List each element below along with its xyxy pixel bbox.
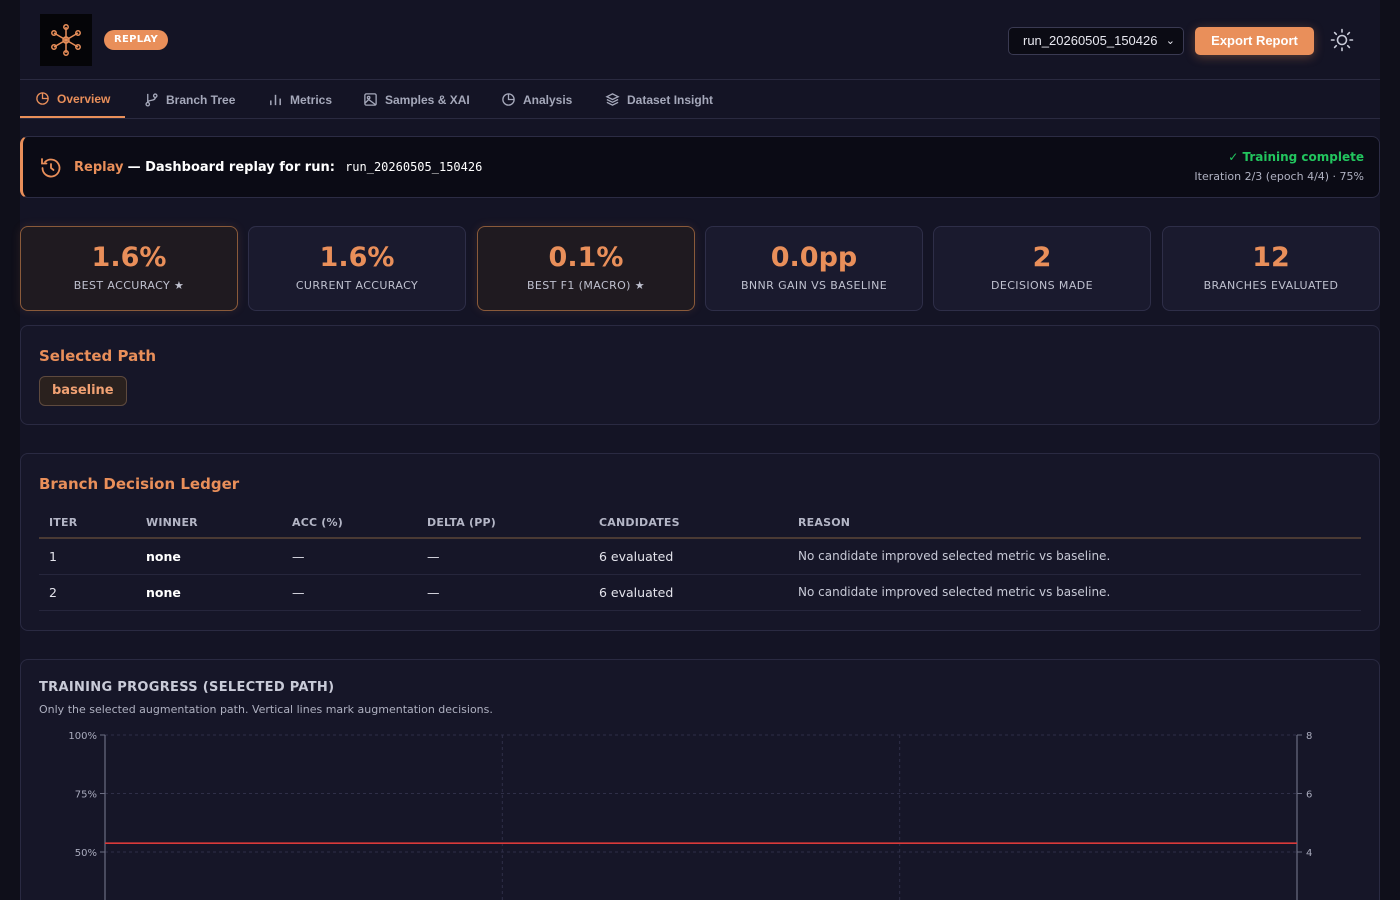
cell-candidates: 6 evaluated [589, 574, 788, 611]
y2-tick-label: 6 [1306, 790, 1312, 801]
column-header: ITER [39, 508, 136, 539]
stat-card-branches-evaluated: 12 BRANCHES EVALUATED [1162, 226, 1380, 311]
tab-label: Analysis [523, 92, 573, 107]
banner-run-id: run_20260505_150426 [345, 160, 483, 174]
tab-label: Overview [57, 91, 111, 106]
stat-label: BNNR GAIN VS BASELINE [740, 279, 888, 292]
training-status: ✓ Training complete [1228, 150, 1364, 164]
tab-analysis[interactable]: Analysis [501, 81, 572, 118]
cell-iter: 2 [39, 574, 136, 611]
stat-label: BEST F1 (MACRO) ★ [526, 279, 646, 292]
y-tick-label: 100% [68, 731, 97, 742]
y-tick-label: 75% [75, 790, 97, 801]
theme-toggle-button[interactable] [1330, 28, 1354, 52]
history-icon [41, 158, 61, 178]
y2-tick-label: 4 [1306, 848, 1312, 859]
ledger-table: ITER WINNER ACC (%) DELTA (PP) CANDIDATE… [39, 508, 1361, 611]
column-header: WINNER [136, 508, 282, 539]
cell-acc: — [282, 574, 417, 611]
stat-value: 1.6% [91, 242, 167, 273]
path-chip-baseline[interactable]: baseline [39, 376, 127, 406]
cell-candidates: 6 evaluated [589, 538, 788, 575]
bar-chart-icon [270, 94, 281, 106]
tab-label: Samples & XAI [385, 92, 470, 107]
sun-icon [1330, 28, 1354, 52]
run-select-value: run_20260505_150426 [1023, 33, 1158, 48]
network-logo-icon [51, 24, 81, 56]
y2-tick-label: 8 [1306, 731, 1312, 742]
column-header: ACC (%) [282, 508, 417, 539]
pie-chart-icon [36, 92, 49, 105]
tab-metrics[interactable]: Metrics [268, 81, 332, 118]
tab-samples-xai[interactable]: Samples & XAI [363, 81, 470, 118]
stat-card-bnnr-gain: 0.0pp BNNR GAIN VS BASELINE [705, 226, 923, 311]
stat-value: 2 [1032, 242, 1052, 273]
banner-text: Replay — Dashboard replay for run: run_2… [74, 160, 482, 175]
ledger-title: Branch Decision Ledger [39, 475, 240, 493]
layers-icon [605, 93, 620, 106]
image-icon [364, 93, 377, 106]
tab-dataset-insight[interactable]: Dataset Insight [605, 81, 713, 118]
cell-reason: No candidate improved selected metric vs… [788, 538, 1361, 575]
replay-badge: REPLAY [104, 30, 169, 50]
header: REPLAY run_20260505_150426 ⌄ Export Repo… [20, 0, 1380, 80]
branch-decision-ledger-panel: Branch Decision Ledger ITER WINNER ACC (… [20, 453, 1380, 631]
stat-value: 1.6% [319, 242, 395, 273]
chevron-down-icon: ⌄ [1165, 35, 1175, 47]
tab-label: Metrics [290, 92, 333, 107]
table-row: 2 none — — 6 evaluated No candidate impr… [39, 574, 1361, 611]
tab-label: Branch Tree [166, 92, 236, 107]
cell-acc: — [282, 538, 417, 575]
column-header: DELTA (PP) [417, 508, 589, 539]
selected-path-title: Selected Path [39, 347, 157, 365]
cell-delta: — [417, 538, 589, 575]
column-header: CANDIDATES [589, 508, 788, 539]
replay-banner: Replay — Dashboard replay for run: run_2… [20, 136, 1380, 198]
stat-value: 0.1% [548, 242, 624, 273]
tab-label: Dataset Insight [627, 92, 714, 107]
stat-label: BRANCHES EVALUATED [1203, 279, 1339, 292]
y-tick-label: 50% [75, 848, 97, 859]
cell-iter: 1 [39, 538, 136, 575]
stat-card-current-accuracy: 1.6% CURRENT ACCURACY [248, 226, 466, 311]
stat-label: CURRENT ACCURACY [295, 279, 419, 292]
banner-replay-label: Replay [74, 160, 124, 175]
stat-card-best-accuracy: 1.6% BEST ACCURACY ★ [20, 226, 238, 311]
tab-branch-tree[interactable]: Branch Tree [144, 81, 235, 118]
banner-description: — Dashboard replay for run: [127, 160, 335, 175]
pie-chart-icon [502, 93, 515, 106]
training-progress-panel: TRAINING PROGRESS (SELECTED PATH) Only t… [20, 659, 1380, 900]
table-row: 1 none — — 6 evaluated No candidate impr… [39, 538, 1361, 575]
cell-delta: — [417, 574, 589, 611]
tab-bar: Overview Branch Tree Metrics Samples & X… [20, 81, 1380, 119]
app-logo [40, 14, 92, 66]
column-header: REASON [788, 508, 1361, 539]
stat-label: BEST ACCURACY ★ [73, 279, 185, 292]
git-branch-icon [145, 93, 158, 107]
table-header-row: ITER WINNER ACC (%) DELTA (PP) CANDIDATE… [39, 508, 1361, 539]
tab-overview[interactable]: Overview [20, 81, 126, 118]
stat-card-decisions-made: 2 DECISIONS MADE [933, 226, 1151, 311]
stat-value: 0.0pp [770, 242, 858, 273]
app-frame: REPLAY run_20260505_150426 ⌄ Export Repo… [20, 0, 1380, 900]
stat-value: 12 [1252, 242, 1290, 273]
training-progress-chart: 100% 75% 50% 8 6 4 [68, 731, 1312, 900]
cell-winner: none [136, 538, 282, 575]
stat-card-best-f1: 0.1% BEST F1 (MACRO) ★ [477, 226, 695, 311]
export-report-button[interactable]: Export Report [1195, 27, 1314, 55]
selected-path-panel: Selected Path baseline [20, 325, 1380, 425]
cell-reason: No candidate improved selected metric vs… [788, 574, 1361, 611]
iteration-progress: Iteration 2/3 (epoch 4/4) · 75% [1194, 170, 1364, 183]
cell-winner: none [136, 574, 282, 611]
stat-label: DECISIONS MADE [991, 279, 1093, 292]
run-select[interactable]: run_20260505_150426 ⌄ [1008, 27, 1184, 55]
